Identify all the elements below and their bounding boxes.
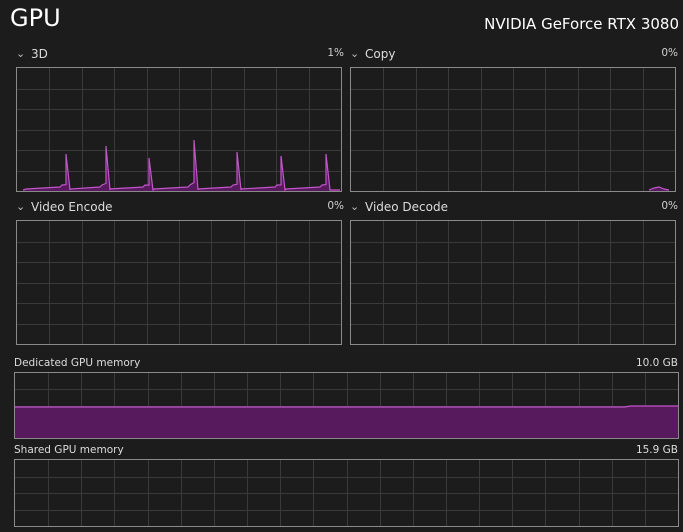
engine-video-encode-graph xyxy=(16,220,342,345)
engine-copy-label: Copy xyxy=(365,47,396,61)
chevron-down-icon[interactable]: ⌄ xyxy=(350,200,359,213)
chevron-down-icon[interactable]: ⌄ xyxy=(350,47,359,60)
engine-3d-label: 3D xyxy=(31,47,48,61)
engine-video-encode-label: Video Encode xyxy=(31,200,113,214)
engine-3d-percent: 1% xyxy=(327,47,344,59)
shared-memory-plot xyxy=(15,460,678,526)
dedicated-memory-trace-area xyxy=(15,406,678,438)
engine-video-decode-header: ⌄ Video Decode 0% xyxy=(350,200,678,216)
engine-video-decode-percent: 0% xyxy=(661,200,678,212)
engine-3d-graph xyxy=(16,67,342,192)
engine-3d-plot xyxy=(17,68,341,191)
engine-video-decode-plot xyxy=(351,221,675,344)
gpu-device-name: NVIDIA GeForce RTX 3080 xyxy=(484,15,679,33)
page-title: GPU xyxy=(10,4,61,32)
engine-video-encode-percent: 0% xyxy=(327,200,344,212)
dedicated-memory-value: 10.0 GB xyxy=(635,357,678,369)
engine-3d-header: ⌄ 3D 1% xyxy=(16,47,344,63)
engine-copy-plot xyxy=(351,68,675,191)
engine-3d-trace-line xyxy=(22,139,340,191)
dedicated-memory-plot xyxy=(15,373,678,438)
shared-memory-label: Shared GPU memory xyxy=(14,444,124,456)
engine-copy-header: ⌄ Copy 0% xyxy=(350,47,678,63)
dedicated-memory-graph xyxy=(14,372,679,439)
engine-copy-percent: 0% xyxy=(661,47,678,59)
engine-video-decode-graph xyxy=(350,220,676,345)
dedicated-memory-label: Dedicated GPU memory xyxy=(14,357,141,369)
shared-memory-value: 15.9 GB xyxy=(635,444,678,456)
engine-video-encode-plot xyxy=(17,221,341,344)
chevron-down-icon[interactable]: ⌄ xyxy=(16,200,25,213)
chevron-down-icon[interactable]: ⌄ xyxy=(16,47,25,60)
engine-video-encode-header: ⌄ Video Encode 0% xyxy=(16,200,344,216)
engine-copy-graph xyxy=(350,67,676,192)
engine-video-decode-label: Video Decode xyxy=(365,200,448,214)
shared-memory-graph xyxy=(14,459,679,527)
engine-3d-trace-area xyxy=(23,140,340,191)
